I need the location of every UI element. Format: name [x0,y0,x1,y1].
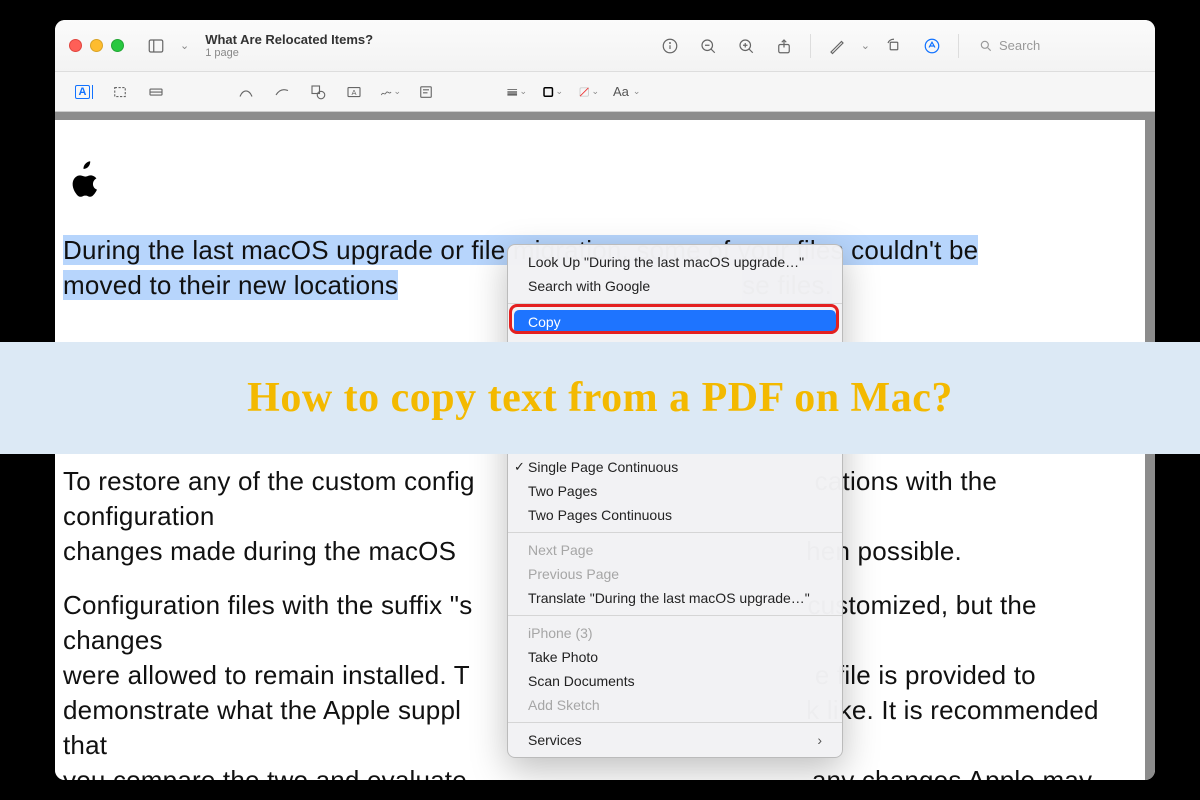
zoom-in-button[interactable] [732,32,760,60]
sidebar-toggle-button[interactable] [142,32,170,60]
redact-tool[interactable] [145,81,167,103]
highlight-menu-chevron-icon[interactable]: ⌄ [861,39,870,52]
menu-item-copy[interactable]: Copy [508,309,842,335]
menu-separator [508,615,842,616]
draw-tool[interactable] [271,81,293,103]
text-tool[interactable]: A [343,81,365,103]
fill-color-tool[interactable]: ⌄ [577,81,599,103]
markup-button[interactable] [918,32,946,60]
sketch-tool[interactable] [235,81,257,103]
window-controls [69,39,124,52]
sign-tool[interactable]: ⌄ [379,81,401,103]
menu-item-take-photo[interactable]: Take Photo [508,645,842,669]
menu-item-search-google[interactable]: Search with Google [508,274,842,298]
menu-item-next-page: Next Page [508,538,842,562]
info-button[interactable] [656,32,684,60]
rotate-button[interactable] [880,32,908,60]
menu-item-iphone: iPhone (3) [508,621,842,645]
menu-item-add-sketch: Add Sketch [508,693,842,717]
body-text[interactable]: To restore any of the custom config [63,466,475,496]
search-field[interactable]: Search [971,35,1141,56]
selected-text[interactable]: moved to their new locations [63,270,398,300]
titlebar: ⌄ What Are Relocated Items? 1 page ⌄ Sea… [55,20,1155,72]
search-placeholder: Search [999,38,1040,53]
body-text[interactable]: Configuration files with the suffix "s [63,590,472,620]
share-button[interactable] [770,32,798,60]
line-style-tool[interactable]: ⌄ [505,81,527,103]
shapes-tool[interactable] [307,81,329,103]
menu-separator [508,722,842,723]
highlight-button[interactable] [823,32,851,60]
svg-text:A: A [351,88,356,97]
menu-item-lookup[interactable]: Look Up "During the last macOS upgrade…" [508,250,842,274]
body-text[interactable]: changes made during the macOS [63,536,456,566]
menu-item-two-pages-continuous[interactable]: Two Pages Continuous [508,503,842,527]
zoom-window-button[interactable] [111,39,124,52]
body-text[interactable]: demonstrate what the Apple suppl [63,695,461,725]
text-style-tool[interactable]: Aa⌄ [613,84,640,99]
checkmark-icon: ✓ [514,459,525,475]
menu-item-scan-documents[interactable]: Scan Documents [508,669,842,693]
menu-item-translate[interactable]: Translate "During the last macOS upgrade… [508,586,842,610]
menu-separator [508,532,842,533]
body-text[interactable]: were allowed to remain installed. T [63,660,470,690]
menu-item-services[interactable]: Services› [508,728,842,752]
document-page-count: 1 page [205,47,373,59]
apple-logo-icon [67,160,101,200]
menu-item-two-pages[interactable]: Two Pages [508,479,842,503]
rect-selection-tool[interactable] [109,81,131,103]
chevron-right-icon: › [817,732,822,748]
minimize-window-button[interactable] [90,39,103,52]
search-icon [979,39,993,53]
markup-toolbar: A A ⌄ ⌄ ⌄ ⌄ Aa⌄ [55,72,1155,112]
toolbar-separator [958,34,959,58]
note-tool[interactable] [415,81,437,103]
body-text[interactable]: you compare the two and evaluate [63,765,467,780]
close-window-button[interactable] [69,39,82,52]
toolbar-separator [810,34,811,58]
overlay-banner: How to copy text from a PDF on Mac? [0,342,1200,454]
border-color-tool[interactable]: ⌄ [541,81,563,103]
zoom-out-button[interactable] [694,32,722,60]
body-text[interactable]: e file is provided to [815,660,1036,690]
document-title: What Are Relocated Items? [205,32,373,47]
document-title-block: What Are Relocated Items? 1 page [205,32,373,59]
context-menu: Look Up "During the last macOS upgrade…"… [507,244,843,758]
menu-separator [508,303,842,304]
menu-item-previous-page: Previous Page [508,562,842,586]
overlay-headline: How to copy text from a PDF on Mac? [247,374,953,422]
menu-item-single-page-continuous[interactable]: ✓Single Page Continuous [508,455,842,479]
text-selection-tool[interactable]: A [73,81,95,103]
sidebar-menu-chevron-icon[interactable]: ⌄ [180,39,189,52]
